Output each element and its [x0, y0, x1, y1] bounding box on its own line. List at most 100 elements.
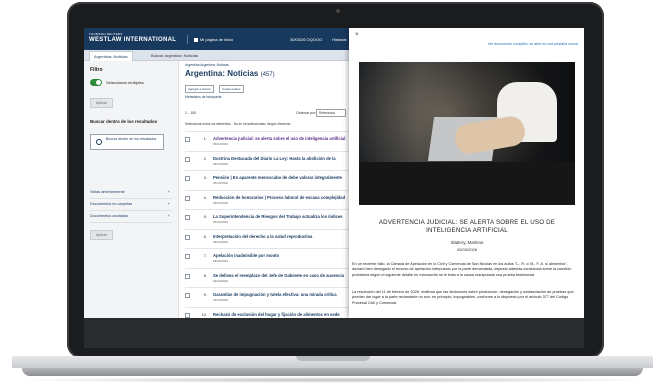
sort-select[interactable]: Relevancia [316, 109, 346, 117]
result-title-link[interactable]: Pensión | En aparente menoscabo de debe … [213, 175, 358, 180]
brand-logo[interactable]: WESTLAW INTERNATIONAL [89, 37, 176, 43]
document-paragraph: La resolución del 11 de febrero de 2026,… [352, 290, 574, 305]
multi-select-toggle[interactable] [90, 79, 102, 86]
result-date: 05/03/2026 [213, 161, 229, 166]
sidebar-link-label: Vistas anteriormente [90, 190, 125, 194]
tab-buscar-noticias[interactable]: Buscar Argentina: Noticias [147, 51, 202, 60]
laptop-base-bottom [22, 368, 643, 376]
search-metadata-link[interactable]: Metadatos de búsqueda [185, 95, 221, 99]
search-within-label: Buscar dentro de los resultados [105, 137, 157, 141]
document-author: Slattery, Marlene [450, 240, 484, 245]
document-preview-panel: × Ver documento completo: se abre en una… [349, 28, 584, 318]
laptop-shadow [8, 377, 657, 383]
result-title-link[interactable]: Rechazó de exclusión del hogar y fijació… [213, 312, 358, 317]
result-title-link[interactable]: Se delinea el reemplazo del Jefe de Gabi… [213, 273, 358, 278]
result-number: 3. [203, 175, 207, 180]
result-title-link[interactable]: Apelación inadmisible por monto [213, 253, 358, 258]
full-document-link[interactable]: Ver documento completo: se abre en una p… [488, 42, 578, 46]
search-within-title: Buscar dentro de los resultados [90, 119, 158, 124]
home-label: Mi página de inicio [200, 37, 234, 42]
result-row[interactable]: 8. Se delinea el reemplazo del Jefe de Ga… [185, 267, 358, 286]
plus-icon: + [167, 214, 170, 218]
page-title-text: Argentina: Noticias [185, 69, 259, 78]
result-row[interactable]: 7. Apelación inadmisible por monto 05/03/2… [185, 248, 355, 266]
result-date: 04/03/2026 [213, 298, 229, 302]
article-image [359, 62, 575, 205]
laptop-notch [296, 356, 370, 361]
result-number: 4. [203, 194, 207, 200]
add-alert-button[interactable]: Agregar a Avisos [185, 85, 214, 93]
sidebar-link-viewed[interactable]: Vistas anteriormente + [90, 190, 172, 199]
divider [187, 35, 188, 44]
result-number: 1. [203, 136, 207, 141]
result-title-link[interactable]: La Superintendencia de Riesgos del Traba… [213, 214, 358, 219]
result-date: 04/03/2026 [213, 278, 229, 283]
result-checkbox[interactable] [185, 215, 190, 220]
result-checkbox[interactable] [185, 293, 190, 298]
home-icon [194, 37, 198, 42]
result-date: 05/03/2026 [213, 142, 229, 146]
result-checkbox[interactable] [185, 234, 190, 240]
result-title-link[interactable]: Doctrina Destacada del Diario La Ley: Ha… [213, 156, 358, 161]
result-checkbox[interactable] [185, 254, 190, 259]
brand-top: THOMSON REUTERS [89, 32, 123, 36]
result-number: 6. [203, 233, 207, 239]
result-number: 9. [203, 292, 207, 297]
result-row[interactable]: 1. Advertencia judicial: se alerta sobre … [185, 131, 355, 149]
select-all[interactable]: Seleccionar todos los elementos · No se … [185, 122, 290, 126]
home-link[interactable]: Mi página de inicio [194, 37, 233, 42]
result-row[interactable]: 2. Doctrina Destacada del Diario La Ley: … [185, 150, 358, 169]
result-title-link[interactable]: Interpretación del derecho a la salud re… [213, 234, 358, 239]
result-title-link[interactable]: Advertencia judicial: se alerta sobre el… [213, 136, 358, 141]
close-icon[interactable]: × [355, 32, 359, 38]
result-date: 05/03/2026 [213, 200, 229, 205]
image-table [359, 162, 575, 205]
apply-button[interactable]: Aplicar [90, 98, 113, 108]
document-title: ADVERTENCIA JUDICIAL: SE ALERTA SOBRE EL… [378, 219, 556, 234]
sidebar-link-folders[interactable]: Documentos en carpetas + [90, 202, 172, 211]
client-id[interactable]: 30/03/26 OQOOO [290, 37, 322, 42]
plus-icon: + [167, 202, 170, 206]
search-icon [96, 139, 102, 145]
result-checkbox[interactable] [185, 195, 190, 201]
tab-noticias[interactable]: Argentina: Noticias [89, 51, 133, 61]
camera-icon [336, 9, 340, 13]
result-row[interactable]: 4. Reducción de honorarios | Proceso labo… [185, 189, 358, 208]
sidebar-link-annotated[interactable]: Documentos anotados + [90, 214, 172, 223]
result-date: 05/03/2026 [213, 220, 229, 224]
result-checkbox[interactable] [185, 137, 190, 142]
result-checkbox[interactable] [185, 273, 190, 279]
result-count: (457) [260, 72, 275, 78]
page-title: Argentina: Noticias (457) [185, 69, 275, 78]
copy-link-button[interactable]: Copiar enlace [219, 85, 244, 93]
result-checkbox[interactable] [185, 176, 190, 181]
filter-sidebar: Filtro Seleccionar múltiples Aplicar Bus… [84, 61, 179, 348]
result-number: 7. [203, 253, 207, 258]
breadcrumb[interactable]: Argentina Argentina: Noticias [185, 63, 229, 67]
result-checkbox[interactable] [185, 156, 190, 162]
toggle-knob [96, 80, 101, 85]
multi-select-label: Seleccionar múltiples [106, 80, 144, 85]
sort-label: Ordenar por: [296, 111, 317, 115]
result-number: 2. [203, 155, 207, 161]
result-row[interactable]: 9. Garantías de impugnación y tutela efec… [185, 287, 355, 305]
result-row[interactable]: 3. Pensión | En aparente menoscabo de deb… [185, 170, 355, 188]
result-range: 1 - 100 [185, 111, 197, 115]
result-date: 05/03/2026 [213, 181, 229, 185]
document-paragraph: En un reciente fallo, la Cámara de Apela… [352, 262, 572, 277]
result-title-link[interactable]: Reducción de honorarios | Proceso labora… [213, 195, 358, 200]
result-row[interactable]: 6. Interpretación del derecho a la salud … [185, 228, 358, 247]
result-checkbox[interactable] [185, 312, 190, 318]
result-date: 05/03/2026 [213, 239, 229, 244]
sidebar-link-label: Documentos en carpetas [90, 202, 133, 206]
apply-button-2[interactable]: Aplicar [90, 230, 113, 240]
results-panel: Argentina Argentina: Noticias Argentina:… [179, 61, 355, 348]
laptop-frame: THOMSON REUTERS WESTLAW INTERNATIONAL Mi… [0, 0, 665, 385]
search-within-button[interactable]: Buscar dentro de los resultados [90, 134, 164, 150]
result-row[interactable]: 5. La Superintendencia de Riesgos del Tra… [185, 209, 355, 227]
screen-bottom [84, 318, 584, 348]
plus-icon: + [167, 190, 170, 194]
history-link[interactable]: Historial [332, 37, 346, 42]
filter-title: Filtro [90, 67, 103, 73]
result-title-link[interactable]: Garantías de impugnación y tutela efecti… [213, 292, 358, 297]
